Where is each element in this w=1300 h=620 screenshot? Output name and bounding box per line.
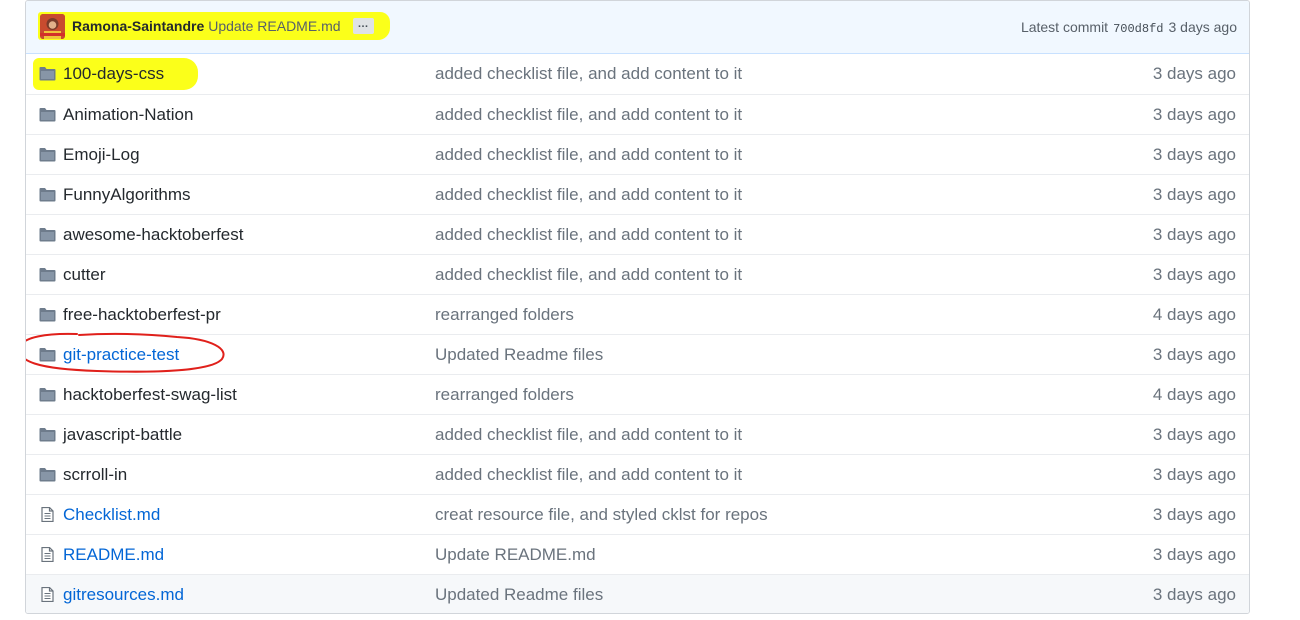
file-name-link[interactable]: git-practice-test (63, 345, 179, 365)
file-name-link[interactable]: 100-days-css (63, 64, 164, 84)
file-name-link[interactable]: awesome-hacktoberfest (63, 225, 243, 245)
file-row[interactable]: scrroll-in added checklist file, and add … (26, 454, 1249, 494)
commit-message-link[interactable]: Updated Readme files (435, 585, 603, 605)
file-row[interactable]: Emoji-Log added checklist file, and add c… (26, 134, 1249, 174)
commit-message-link[interactable]: added checklist file, and add content to… (435, 145, 742, 165)
folder-icon (39, 387, 56, 402)
folder-icon (39, 307, 56, 322)
file-row[interactable]: Checklist.md creat resource file, and sty… (26, 494, 1249, 534)
latest-commit-bar: Ramona-Saintandre Update README.md … Lat… (26, 1, 1249, 54)
commit-age: 3 days ago (1152, 225, 1236, 244)
commit-message-link[interactable]: added checklist file, and add content to… (435, 425, 742, 445)
file-name-link[interactable]: free-hacktoberfest-pr (63, 305, 221, 325)
commit-message-link[interactable]: creat resource file, and styled cklst fo… (435, 505, 768, 525)
commit-message-link[interactable]: rearranged folders (435, 385, 574, 405)
commit-message-link[interactable]: added checklist file, and add content to… (435, 225, 742, 245)
file-name-link[interactable]: Emoji-Log (63, 145, 140, 165)
commit-age: 3 days ago (1152, 585, 1236, 604)
commit-message-link[interactable]: added checklist file, and add content to… (435, 265, 742, 285)
file-list: 100-days-css added checklist file, and ad… (26, 54, 1249, 613)
latest-commit-label: Latest commit (1020, 19, 1109, 35)
commit-author[interactable]: Ramona-Saintandre (72, 18, 204, 34)
file-row[interactable]: Animation-Nation added checklist file, an… (26, 94, 1249, 134)
file-name-link[interactable]: Animation-Nation (63, 105, 193, 125)
commit-message-link[interactable]: rearranged folders (435, 305, 574, 325)
commit-age: 3 days ago (1152, 345, 1236, 364)
file-name-link[interactable]: README.md (63, 545, 164, 565)
commit-message-link[interactable]: Update README.md (435, 545, 596, 565)
file-row[interactable]: 100-days-css added checklist file, and ad… (26, 54, 1249, 94)
commit-message-link[interactable]: added checklist file, and add content to… (435, 465, 742, 485)
commit-info-highlight: Ramona-Saintandre Update README.md … (38, 12, 390, 40)
file-icon (39, 546, 56, 563)
folder-icon (39, 267, 56, 282)
file-icon (39, 586, 56, 603)
folder-icon (39, 187, 56, 202)
commit-age: 3 days ago (1152, 465, 1236, 484)
latest-commit-info: Latest commit 700d8fd 3 days ago (1021, 19, 1237, 36)
file-browser: Ramona-Saintandre Update README.md … Lat… (25, 0, 1250, 614)
commit-age: 4 days ago (1152, 305, 1236, 324)
commit-age: 3 days ago (1152, 145, 1236, 164)
file-row[interactable]: README.md Update README.md 3 days ago (26, 534, 1249, 574)
file-row[interactable]: FunnyAlgorithms added checklist file, and… (26, 174, 1249, 214)
file-name-link[interactable]: javascript-battle (63, 425, 182, 445)
file-row[interactable]: git-practice-test Updated Readme files 3 d… (26, 332, 1249, 374)
commit-age: 3 days ago (1152, 105, 1236, 124)
file-row[interactable]: awesome-hacktoberfest added checklist fil… (26, 214, 1249, 254)
file-row[interactable]: free-hacktoberfest-pr rearranged folders 4… (26, 294, 1249, 334)
file-name-link[interactable]: hacktoberfest-swag-list (63, 385, 237, 405)
file-icon (39, 506, 56, 523)
file-name-link[interactable]: FunnyAlgorithms (63, 185, 191, 205)
file-name-link[interactable]: Checklist.md (63, 505, 160, 525)
file-row[interactable]: gitresources.md Updated Readme files 3 day… (26, 574, 1249, 613)
commit-sha[interactable]: 700d8fd (1113, 22, 1163, 36)
avatar[interactable] (40, 13, 65, 39)
commit-time: 3 days ago (1168, 19, 1238, 35)
commit-age: 3 days ago (1152, 545, 1236, 564)
file-row[interactable]: hacktoberfest-swag-list rearranged folder… (26, 374, 1249, 414)
commit-message-link[interactable]: Updated Readme files (435, 345, 603, 365)
file-name-link[interactable]: scrroll-in (63, 465, 127, 485)
commit-message[interactable]: Update README.md (208, 18, 340, 34)
file-name-link[interactable]: cutter (63, 265, 106, 285)
folder-icon (39, 147, 56, 162)
folder-icon (39, 427, 56, 442)
folder-icon (39, 467, 56, 482)
folder-icon (39, 66, 56, 81)
folder-icon (39, 227, 56, 242)
commit-message-link[interactable]: added checklist file, and add content to… (435, 105, 742, 125)
commit-age: 3 days ago (1152, 265, 1236, 284)
commit-message-link[interactable]: added checklist file, and add content to… (435, 185, 742, 205)
folder-icon (39, 347, 56, 362)
avatar-image (40, 13, 65, 39)
commit-age: 4 days ago (1152, 385, 1236, 404)
commit-age: 3 days ago (1152, 505, 1236, 524)
file-row[interactable]: cutter added checklist file, and add cont… (26, 254, 1249, 294)
commit-age: 3 days ago (1152, 425, 1236, 444)
file-row[interactable]: javascript-battle added checklist file, a… (26, 414, 1249, 454)
commit-message-link[interactable]: added checklist file, and add content to… (435, 64, 742, 84)
commit-age: 3 days ago (1152, 185, 1236, 204)
folder-icon (39, 107, 56, 122)
commit-age: 3 days ago (1152, 64, 1236, 83)
file-name-link[interactable]: gitresources.md (63, 585, 184, 605)
expand-commit-button[interactable]: … (352, 18, 374, 34)
